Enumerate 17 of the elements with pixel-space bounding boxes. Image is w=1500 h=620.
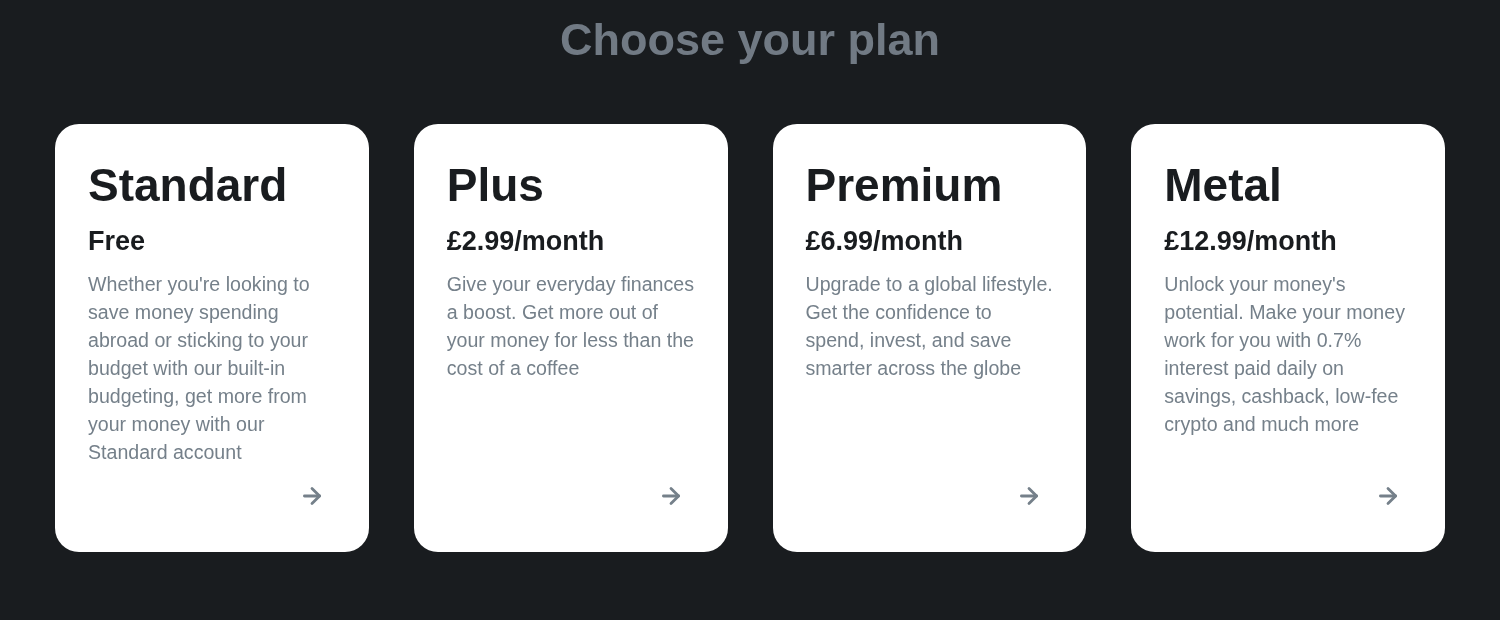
plan-price: £12.99/month [1164,225,1337,257]
plan-description: Whether you're looking to save money spending abroad or sticking to your budget with our built-in budgeting, get more from your money with our Standard account [88,272,311,465]
plan-card[interactable]: Metal £12.99/month Unlock your money's potential. Make your money work for you with 0.7% interest paid daily on savings, cashback, low-fee crypto and much more [1131,124,1445,552]
plan-name: Plus [446,158,544,213]
plan-price: £2.99/month [446,225,605,257]
plan-description: Give your everyday finances a boost. Get more out of your money for less than the cost of a coffee [446,272,695,381]
plan-description: Unlock your money's potential. Make your money work for you with 0.7% interest paid daily on savings, cashback, low-fee crypto and much more [1164,272,1406,437]
plan-price: £6.99/month [805,225,964,257]
plan-price: Free [88,225,146,257]
plan-description: Upgrade to a global lifestyle. Get the confidence to spend, invest, and save smarter across the globe [805,272,1054,381]
page-title: Choose your plan [559,14,940,66]
plan-name: Premium [805,158,1003,213]
plan-name: Standard [88,158,288,213]
plan-card[interactable]: Standard Free Whether you're looking to save money spending abroad or sticking to your budget with our built-in budgeting, get more from your money with our Standard account [55,124,369,552]
plan-card[interactable]: Premium £6.99/month Upgrade to a global lifestyle. Get the confidence to spend, invest, and save smarter across the globe [772,124,1087,552]
plan-name: Metal [1164,158,1282,213]
plan-card[interactable]: Plus £2.99/month Give your everyday finances a boost. Get more out of your money for less than the cost of a coffee [413,124,728,552]
